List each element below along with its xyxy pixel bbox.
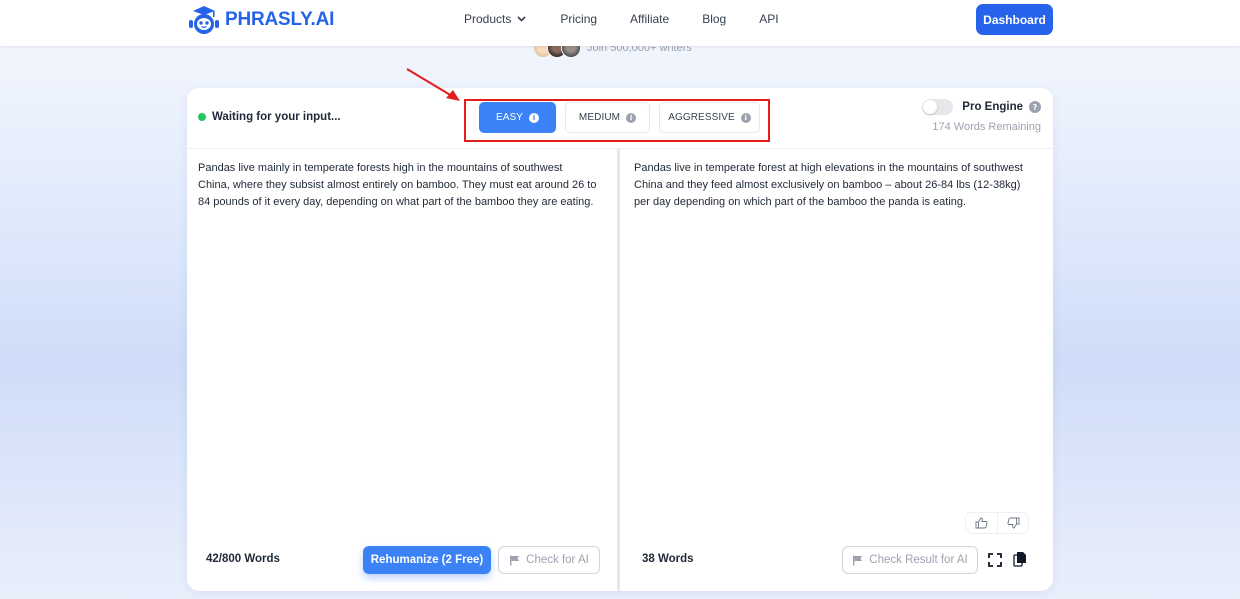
expand-icon[interactable] xyxy=(988,553,1002,567)
input-textarea[interactable]: Pandas live mainly in temperate forests … xyxy=(198,160,597,211)
pro-engine-label: Pro Engine xyxy=(962,101,1023,113)
status-text: Waiting for your input... xyxy=(212,111,341,123)
output-pane: Pandas live in temperate forest at high … xyxy=(623,149,1053,591)
nav-affiliate[interactable]: Affiliate xyxy=(630,12,669,26)
brand-name: PHRASLY.AI xyxy=(225,9,335,30)
humanizer-card: Waiting for your input... EASY i MEDIUM … xyxy=(187,88,1053,591)
card-toolbar: Waiting for your input... EASY i MEDIUM … xyxy=(187,88,1053,149)
thumbs-down-icon xyxy=(1007,517,1019,529)
nav-pricing[interactable]: Pricing xyxy=(560,12,597,26)
mode-medium-label: MEDIUM xyxy=(578,112,621,123)
mode-aggressive-label: AGGRESSIVE xyxy=(668,112,735,123)
main-nav: Products Pricing Affiliate Blog API xyxy=(464,12,779,26)
chevron-down-icon xyxy=(517,16,526,22)
status-dot-icon xyxy=(198,113,206,121)
logo[interactable]: PHRASLY.AI xyxy=(187,5,334,35)
input-word-count: 42/800 Words xyxy=(206,553,280,565)
mode-aggressive-button[interactable]: AGGRESSIVE i xyxy=(659,102,760,133)
mode-selector: EASY i MEDIUM i AGGRESSIVE i xyxy=(479,102,760,133)
mode-easy-button[interactable]: EASY i xyxy=(479,102,556,133)
status-indicator: Waiting for your input... xyxy=(198,111,341,123)
flag-icon xyxy=(853,555,863,565)
mode-easy-label: EASY xyxy=(495,112,524,123)
mode-medium-button[interactable]: MEDIUM i xyxy=(565,102,650,133)
words-remaining: 174 Words Remaining xyxy=(932,121,1041,133)
output-text: Pandas live in temperate forest at high … xyxy=(634,162,1023,208)
check-result-for-ai-button[interactable]: Check Result for AI xyxy=(842,546,978,574)
feedback-buttons xyxy=(966,513,1028,533)
thumbs-up-icon xyxy=(975,517,988,529)
output-word-count: 38 Words xyxy=(642,553,694,565)
info-icon[interactable]: i xyxy=(740,112,751,123)
check-result-label: Check Result for AI xyxy=(869,554,968,566)
toggle-knob xyxy=(923,100,938,114)
nav-products[interactable]: Products xyxy=(464,12,526,26)
input-pane: Pandas live mainly in temperate forests … xyxy=(187,149,620,591)
pro-engine-panel: Pro Engine ? 174 Words Remaining xyxy=(922,99,1041,133)
flag-icon xyxy=(510,555,520,565)
info-icon[interactable]: i xyxy=(529,112,540,123)
nav-products-label: Products xyxy=(464,12,512,26)
question-icon[interactable]: ? xyxy=(1029,101,1041,113)
dashboard-button[interactable]: Dashboard xyxy=(976,4,1053,35)
copy-icon[interactable] xyxy=(1013,551,1027,567)
thumbs-down-button[interactable] xyxy=(997,513,1028,533)
robot-logo-icon xyxy=(189,6,219,34)
check-for-ai-button[interactable]: Check for AI xyxy=(498,546,600,574)
nav-blog[interactable]: Blog xyxy=(702,12,726,26)
rehumanize-button[interactable]: Rehumanize (2 Free) xyxy=(363,546,491,574)
top-navbar: PHRASLY.AI Products Pricing Affiliate Bl… xyxy=(0,0,1240,46)
pro-engine-toggle[interactable] xyxy=(922,99,954,115)
info-icon[interactable]: i xyxy=(626,112,637,123)
check-for-ai-label: Check for AI xyxy=(526,554,589,566)
thumbs-up-button[interactable] xyxy=(966,513,997,533)
nav-api[interactable]: API xyxy=(759,12,778,26)
